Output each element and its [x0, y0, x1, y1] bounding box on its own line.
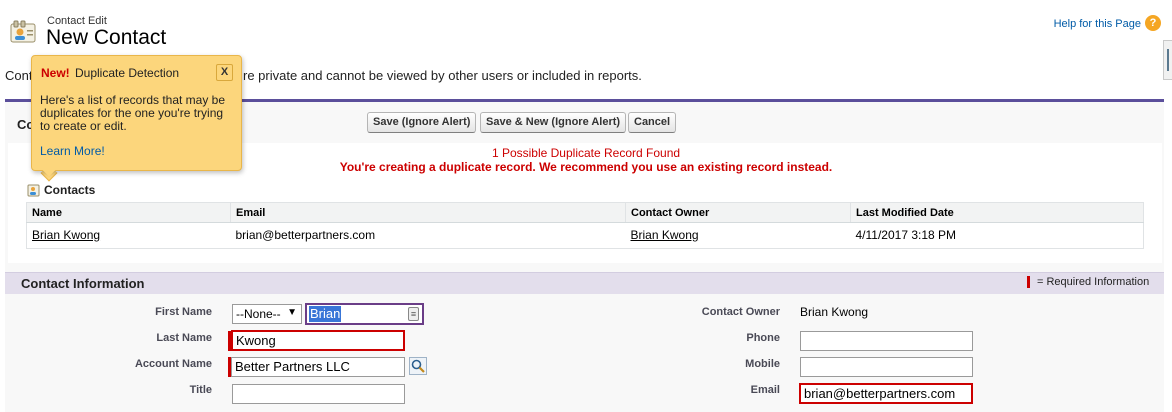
section-bar — [5, 272, 1164, 294]
cancel-button[interactable]: Cancel — [628, 112, 677, 133]
phone-field[interactable] — [800, 331, 973, 351]
title-label: Title — [189, 384, 212, 396]
phone-label: Phone — [746, 332, 780, 344]
account-name-field[interactable]: Better Partners LLC — [231, 357, 405, 377]
help-link[interactable]: Help for this Page — [1054, 18, 1141, 30]
required-legend: = Required Information — [1037, 276, 1150, 288]
popup-title: Duplicate Detection — [75, 66, 180, 80]
account-name-label: Account Name — [134, 358, 212, 370]
popup-new-badge: New! — [41, 66, 70, 80]
column-header-owner: Contact Owner — [625, 202, 851, 223]
page-description-start: Cont — [5, 68, 33, 83]
dropdown-arrow-icon: ▼ — [287, 307, 297, 318]
help-icon[interactable]: ? — [1145, 15, 1161, 31]
lookup-icon[interactable] — [409, 357, 427, 375]
page-title: New Contact — [46, 26, 167, 49]
contacts-section-label: Contacts — [44, 183, 96, 197]
email-field[interactable]: brian@betterpartners.com — [799, 383, 973, 404]
duplicate-email: brian@betterpartners.com — [235, 228, 376, 242]
column-header-name: Name — [26, 202, 231, 223]
page-description: re private and cannot be viewed by other… — [243, 68, 642, 83]
mobile-label: Mobile — [745, 358, 780, 370]
first-name-field[interactable]: Brian ≡ — [305, 303, 424, 325]
learn-more-link[interactable]: Learn More! — [40, 144, 105, 158]
save-new-ignore-alert-button[interactable]: Save & New (Ignore Alert) — [480, 112, 627, 133]
required-marker — [1027, 276, 1030, 288]
column-header-modified: Last Modified Date — [850, 202, 1144, 223]
last-name-label: Last Name — [156, 332, 212, 344]
save-ignore-alert-button[interactable]: Save (Ignore Alert) — [367, 112, 477, 133]
duplicate-name-link[interactable]: Brian Kwong — [32, 228, 100, 242]
email-label: Email — [750, 384, 780, 396]
section-title: Contact Information — [21, 276, 145, 291]
popup-close-button[interactable]: X — [216, 64, 233, 81]
column-header-email: Email — [230, 202, 626, 223]
salutation-value: --None-- — [236, 307, 281, 321]
mobile-field[interactable] — [800, 357, 973, 377]
side-panel-tab[interactable] — [1163, 40, 1172, 80]
contact-owner-label: Contact Owner — [701, 306, 780, 318]
first-name-value: Brian — [309, 306, 342, 322]
duplicate-owner-link[interactable]: Brian Kwong — [631, 228, 699, 242]
title-field[interactable] — [232, 384, 405, 404]
contact-card-icon — [8, 18, 40, 50]
contacts-icon — [27, 183, 41, 197]
first-name-label: First Name — [155, 306, 212, 318]
autofill-icon: ≡ — [408, 307, 419, 321]
contact-owner-value: Brian Kwong — [800, 305, 869, 319]
table-header-row: Name Email Contact Owner Last Modified D… — [26, 202, 1144, 223]
popup-body: Here's a list of records that may be dup… — [40, 93, 226, 133]
duplicate-table: Name Email Contact Owner Last Modified D… — [26, 202, 1144, 249]
table-row: Brian Kwong brian@betterpartners.com Bri… — [27, 223, 1144, 249]
last-name-field[interactable]: Kwong — [231, 330, 405, 351]
salutation-select[interactable]: --None-- ▼ — [232, 304, 302, 324]
duplicate-modified: 4/11/2017 3:18 PM — [855, 228, 957, 242]
